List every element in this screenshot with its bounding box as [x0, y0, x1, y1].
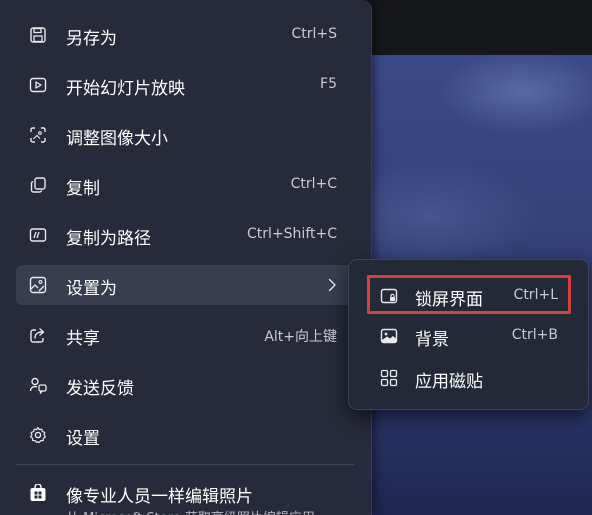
menu-item-slideshow[interactable]: 开始幻灯片放映 F5	[16, 65, 354, 105]
menu-item-settings[interactable]: 设置	[16, 415, 354, 455]
menu-item-label: 另存为	[66, 29, 117, 49]
submenu-item-label: 应用磁贴	[415, 372, 483, 392]
submenu-item-label: 锁屏界面	[415, 290, 483, 310]
menu-item-label: 复制	[66, 179, 100, 199]
app-tile-icon	[380, 369, 398, 387]
chevron-right-icon	[324, 277, 340, 293]
share-icon	[29, 326, 47, 344]
menu-item-share[interactable]: 共享 Alt+向上键	[16, 315, 354, 355]
store-icon	[29, 484, 47, 502]
slideshow-icon	[29, 76, 47, 94]
submenu-item-lock-screen[interactable]: 锁屏界面 Ctrl+L	[369, 277, 572, 315]
save-icon	[29, 26, 47, 44]
menu-item-resize-image[interactable]: 调整图像大小	[16, 115, 354, 155]
photo-viewer-top	[360, 0, 592, 55]
menu-item-store-promo[interactable]: 像专业人员一样编辑照片 从 Microsoft Store 获取高级照片编辑应用	[16, 474, 354, 515]
menu-item-shortcut: Ctrl+S	[291, 26, 337, 42]
menu-item-shortcut: Ctrl+Shift+C	[247, 226, 337, 242]
submenu-item-app-tile[interactable]: 应用磁贴	[369, 359, 572, 397]
copy-icon	[29, 176, 47, 194]
settings-icon	[29, 426, 47, 444]
menu-item-label: 设置为	[66, 279, 117, 299]
menu-item-shortcut: F5	[320, 76, 337, 92]
menu-item-label: 开始幻灯片放映	[66, 79, 185, 99]
store-promo-title: 像专业人员一样编辑照片	[66, 487, 253, 507]
menu-item-save-as[interactable]: 另存为 Ctrl+S	[16, 15, 354, 55]
copy-path-icon	[29, 226, 47, 244]
menu-item-copy[interactable]: 复制 Ctrl+C	[16, 165, 354, 205]
lock-screen-icon	[380, 287, 398, 305]
feedback-icon	[29, 376, 47, 394]
resize-image-icon	[29, 126, 47, 144]
context-menu: 另存为 Ctrl+S 开始幻灯片放映 F5 调整图像大小 复制 Ctrl+C 复…	[0, 0, 372, 515]
submenu-item-background[interactable]: 背景 Ctrl+B	[369, 317, 572, 355]
menu-item-send-feedback[interactable]: 发送反馈	[16, 365, 354, 405]
menu-item-label: 复制为路径	[66, 229, 151, 249]
menu-item-set-as[interactable]: 设置为	[16, 265, 354, 305]
set-as-icon	[29, 276, 47, 294]
menu-item-label: 发送反馈	[66, 379, 134, 399]
menu-item-label: 共享	[66, 329, 100, 349]
submenu-item-label: 背景	[415, 330, 449, 350]
menu-item-copy-path[interactable]: 复制为路径 Ctrl+Shift+C	[16, 215, 354, 255]
menu-item-label: 设置	[66, 429, 100, 449]
submenu-item-shortcut: Ctrl+B	[511, 327, 558, 343]
menu-divider	[16, 464, 354, 465]
submenu-item-shortcut: Ctrl+L	[513, 287, 558, 303]
menu-item-shortcut: Ctrl+C	[290, 176, 337, 192]
background-icon	[380, 327, 398, 345]
menu-item-shortcut: Alt+向上键	[264, 329, 337, 345]
set-as-submenu: 锁屏界面 Ctrl+L 背景 Ctrl+B 应用磁贴	[348, 259, 589, 410]
store-promo-subtitle: 从 Microsoft Store 获取高级照片编辑应用	[66, 507, 315, 515]
menu-item-label: 调整图像大小	[66, 129, 168, 149]
